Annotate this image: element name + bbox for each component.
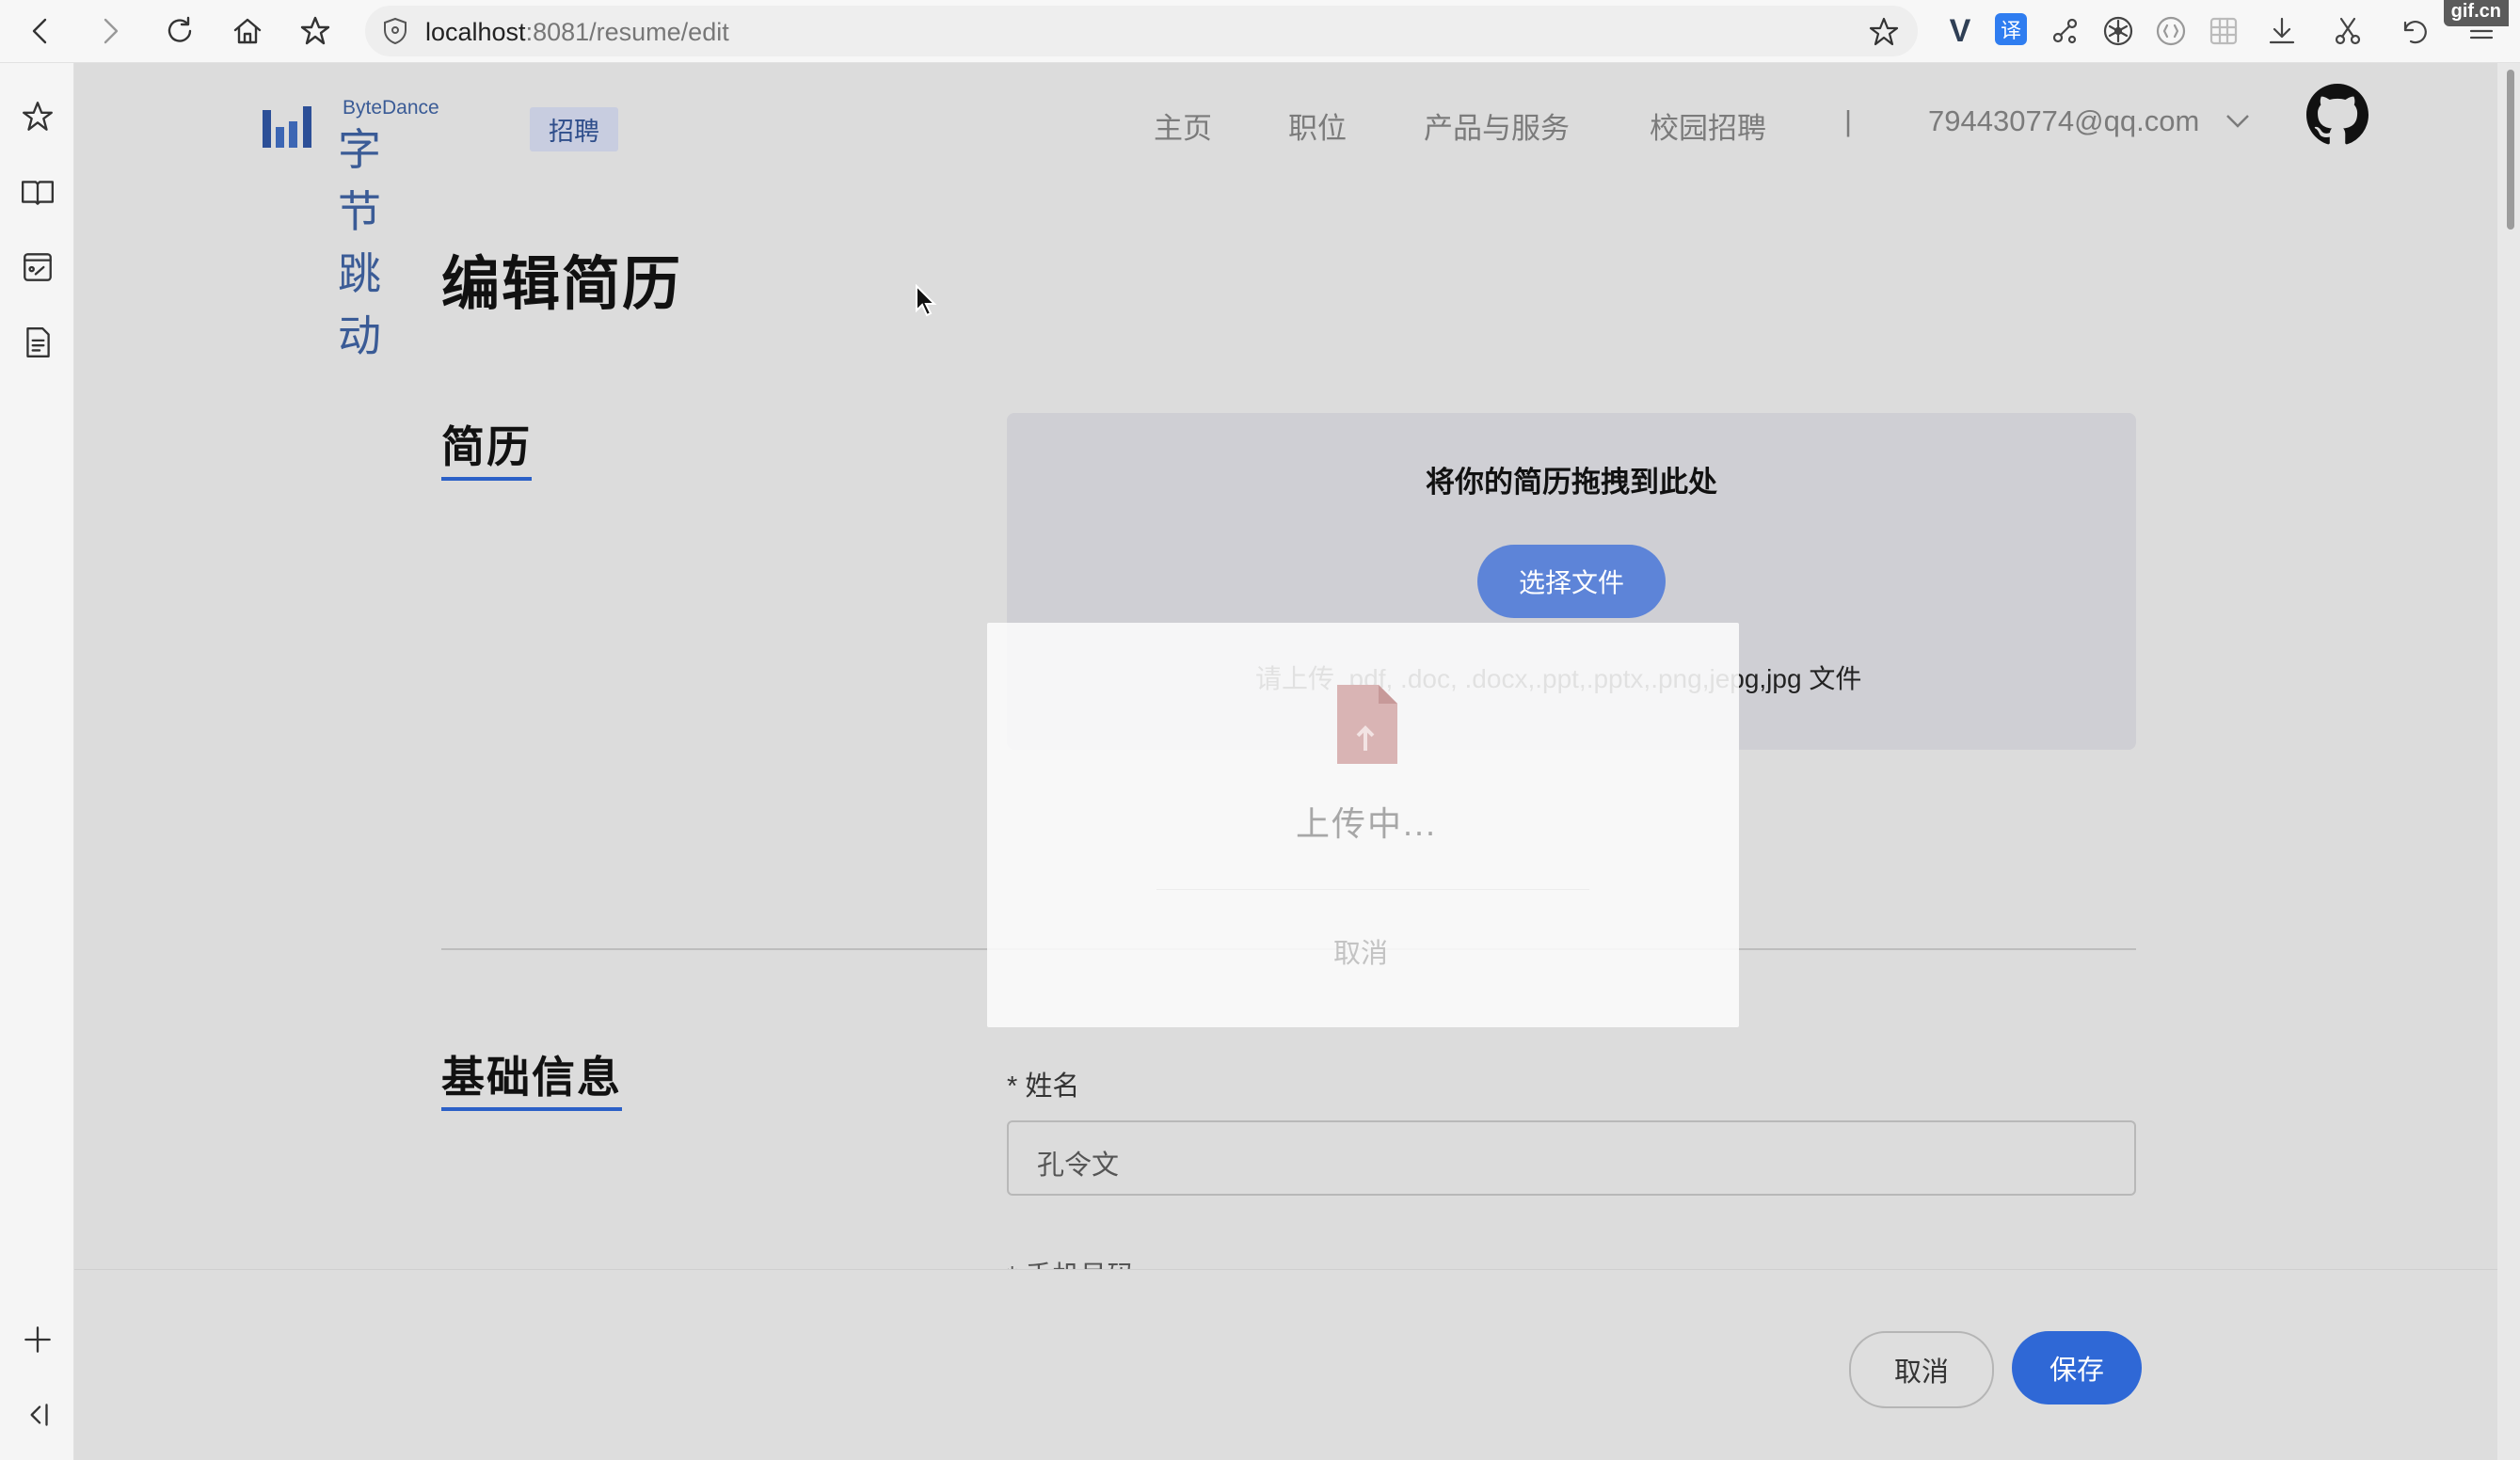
url-host: localhost bbox=[425, 18, 526, 46]
url-text[interactable]: localhost:8081/resume/edit bbox=[425, 18, 729, 47]
reload-icon[interactable] bbox=[156, 8, 203, 55]
screenshot-icon[interactable] bbox=[18, 247, 57, 287]
mouse-cursor-icon bbox=[916, 284, 937, 317]
name-input-value: 孔令文 bbox=[1037, 1151, 1120, 1181]
grid-extension-icon[interactable] bbox=[2206, 13, 2241, 49]
nav-home[interactable]: 主页 bbox=[1154, 104, 1212, 147]
page-title: 编辑简历 bbox=[441, 252, 683, 317]
address-bar[interactable]: localhost:8081/resume/edit bbox=[365, 6, 1918, 56]
screenshot-scissors-icon[interactable] bbox=[2330, 13, 2366, 49]
translate-icon[interactable]: 译 bbox=[1995, 13, 2027, 45]
browser-toolbar: localhost:8081/resume/edit V 译 gif.cn bbox=[0, 0, 2520, 63]
forward-icon[interactable] bbox=[87, 8, 134, 55]
basic-info-section-title: 基础信息 bbox=[441, 1053, 622, 1102]
watermark: gif.cn bbox=[2443, 0, 2509, 26]
nav-campus[interactable]: 校园招聘 bbox=[1650, 104, 1766, 147]
url-path: :8081/resume/edit bbox=[525, 18, 729, 46]
user-email-dropdown[interactable]: 794430774@qq.com bbox=[1928, 104, 2199, 138]
nav-jobs[interactable]: 职位 bbox=[1288, 104, 1347, 147]
name-label: * 姓名 bbox=[1007, 1071, 1080, 1102]
notes-document-icon[interactable] bbox=[18, 323, 57, 362]
favorites-star-icon[interactable] bbox=[18, 97, 57, 136]
dropzone-title: 将你的简历拖拽到此处 bbox=[1426, 466, 1717, 499]
bookmark-star-icon[interactable] bbox=[292, 8, 339, 55]
scrollbar-thumb[interactable] bbox=[2507, 70, 2514, 230]
choose-file-button[interactable]: 选择文件 bbox=[1477, 545, 1666, 618]
home-icon[interactable] bbox=[224, 8, 271, 55]
network-extension-icon[interactable] bbox=[2048, 13, 2083, 49]
github-icon[interactable] bbox=[2306, 84, 2368, 146]
undo-close-tab-icon[interactable] bbox=[2396, 13, 2432, 49]
file-upload-icon bbox=[1337, 685, 1397, 764]
chevron-down-icon[interactable] bbox=[2225, 110, 2251, 133]
resume-section-title: 简历 bbox=[441, 422, 532, 471]
modal-divider bbox=[1156, 889, 1589, 890]
scrollbar-track[interactable] bbox=[2497, 63, 2520, 1460]
add-bookmark-icon[interactable] bbox=[1867, 15, 1901, 49]
browser-sidebar bbox=[0, 63, 74, 1460]
page-viewport: ByteDance 字节跳动 招聘 主页 职位 产品与服务 校园招聘 | 794… bbox=[74, 63, 2497, 1460]
resume-section-underline bbox=[441, 477, 532, 481]
upload-status-text: 上传中... bbox=[1296, 804, 1438, 843]
site-security-icon[interactable] bbox=[380, 16, 410, 46]
json-extension-icon[interactable] bbox=[2153, 13, 2189, 49]
react-devtools-icon[interactable] bbox=[2100, 13, 2136, 49]
recruit-badge: 招聘 bbox=[530, 107, 618, 151]
logo-bars-icon bbox=[263, 106, 311, 148]
downloads-icon[interactable] bbox=[2264, 13, 2300, 49]
logo-chinese-text: 字节跳动 bbox=[338, 125, 382, 360]
nav-separator: | bbox=[1844, 104, 1853, 137]
collapse-sidebar-icon[interactable] bbox=[18, 1395, 57, 1435]
back-icon[interactable] bbox=[17, 8, 64, 55]
add-panel-icon[interactable] bbox=[18, 1320, 57, 1359]
cancel-button[interactable]: 取消 bbox=[1849, 1331, 1994, 1408]
upload-cancel-button[interactable]: 取消 bbox=[1333, 931, 1388, 971]
nav-products[interactable]: 产品与服务 bbox=[1424, 104, 1570, 147]
basic-info-underline bbox=[441, 1107, 622, 1111]
reading-book-icon[interactable] bbox=[18, 172, 57, 212]
save-button[interactable]: 保存 bbox=[2012, 1331, 2142, 1404]
name-input[interactable]: 孔令文 bbox=[1007, 1120, 2136, 1196]
vue-devtools-icon[interactable]: V bbox=[1942, 13, 1978, 49]
